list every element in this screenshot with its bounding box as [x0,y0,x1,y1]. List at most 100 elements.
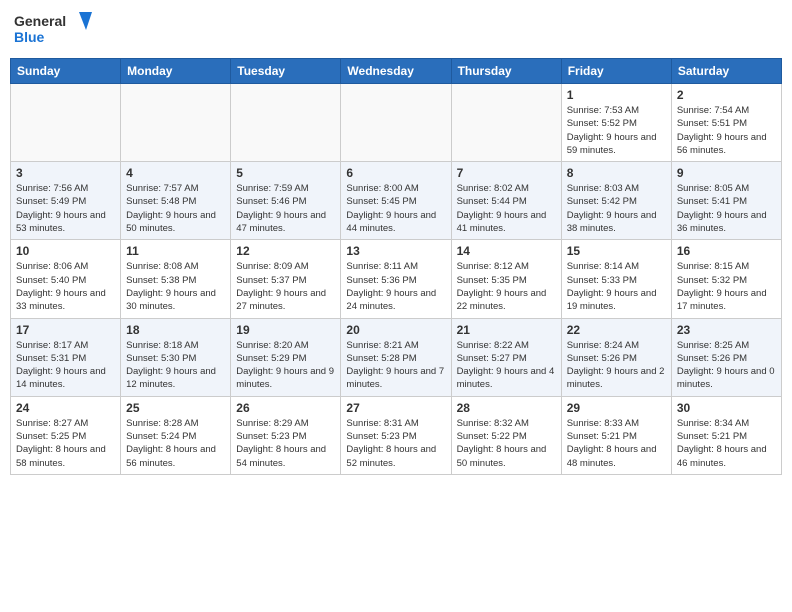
calendar-cell: 24Sunrise: 8:27 AM Sunset: 5:25 PM Dayli… [11,396,121,474]
weekday-header-thursday: Thursday [451,59,561,84]
calendar-cell: 10 Sunrise: 8:06 AM Sunset: 5:40 PM Dayli… [11,240,121,318]
day-info: Sunrise: 7:54 AM Sunset: 5:51 PM Dayligh… [677,104,776,157]
calendar-week-1: 3 Sunrise: 7:56 AM Sunset: 5:49 PM Daylig… [11,162,782,240]
day-info: Sunrise: 8:24 AM Sunset: 5:26 PM Dayligh… [567,339,666,392]
calendar-week-2: 10 Sunrise: 8:06 AM Sunset: 5:40 PM Dayli… [11,240,782,318]
day-number: 9 [677,166,776,180]
day-number: 15 [567,244,666,258]
page-header: GeneralBlue [10,10,782,50]
day-info: Sunrise: 8:03 AM Sunset: 5:42 PM Dayligh… [567,182,666,235]
calendar-cell: 6 Sunrise: 8:00 AM Sunset: 5:45 PM Daylig… [341,162,451,240]
logo: GeneralBlue [14,10,94,50]
day-number: 22 [567,323,666,337]
day-info: Sunrise: 8:09 AM Sunset: 5:37 PM Dayligh… [236,260,335,313]
calendar-cell: 25 Sunrise: 8:28 AM Sunset: 5:24 PM Dayli… [121,396,231,474]
day-number: 7 [457,166,556,180]
calendar-week-0: 1Sunrise: 7:53 AM Sunset: 5:52 PM Daylig… [11,84,782,162]
day-number: 13 [346,244,445,258]
calendar-cell: 22 Sunrise: 8:24 AM Sunset: 5:26 PM Dayli… [561,318,671,396]
day-info: Sunrise: 8:15 AM Sunset: 5:32 PM Dayligh… [677,260,776,313]
day-info: Sunrise: 8:25 AM Sunset: 5:26 PM Dayligh… [677,339,776,392]
calendar-cell: 5Sunrise: 7:59 AM Sunset: 5:46 PM Daylig… [231,162,341,240]
weekday-header-sunday: Sunday [11,59,121,84]
day-number: 2 [677,88,776,102]
calendar-cell: 18 Sunrise: 8:18 AM Sunset: 5:30 PM Dayli… [121,318,231,396]
day-number: 30 [677,401,776,415]
calendar-cell: 20 Sunrise: 8:21 AM Sunset: 5:28 PM Dayli… [341,318,451,396]
day-number: 5 [236,166,335,180]
day-info: Sunrise: 8:31 AM Sunset: 5:23 PM Dayligh… [346,417,445,470]
weekday-header-monday: Monday [121,59,231,84]
day-number: 8 [567,166,666,180]
day-info: Sunrise: 8:29 AM Sunset: 5:23 PM Dayligh… [236,417,335,470]
calendar-cell: 30 Sunrise: 8:34 AM Sunset: 5:21 PM Dayli… [671,396,781,474]
weekday-header-tuesday: Tuesday [231,59,341,84]
day-number: 29 [567,401,666,415]
day-number: 6 [346,166,445,180]
day-info: Sunrise: 8:05 AM Sunset: 5:41 PM Dayligh… [677,182,776,235]
day-number: 21 [457,323,556,337]
calendar-cell: 29 Sunrise: 8:33 AM Sunset: 5:21 PM Dayli… [561,396,671,474]
day-info: Sunrise: 8:11 AM Sunset: 5:36 PM Dayligh… [346,260,445,313]
day-number: 12 [236,244,335,258]
day-info: Sunrise: 8:22 AM Sunset: 5:27 PM Dayligh… [457,339,556,392]
calendar-week-4: 24Sunrise: 8:27 AM Sunset: 5:25 PM Dayli… [11,396,782,474]
logo-icon: GeneralBlue [14,10,94,50]
calendar-cell: 15 Sunrise: 8:14 AM Sunset: 5:33 PM Dayli… [561,240,671,318]
calendar-cell: 17 Sunrise: 8:17 AM Sunset: 5:31 PM Dayli… [11,318,121,396]
day-info: Sunrise: 8:12 AM Sunset: 5:35 PM Dayligh… [457,260,556,313]
day-info: Sunrise: 8:06 AM Sunset: 5:40 PM Dayligh… [16,260,115,313]
calendar-cell: 7 Sunrise: 8:02 AM Sunset: 5:44 PM Daylig… [451,162,561,240]
calendar-cell [451,84,561,162]
calendar-table: SundayMondayTuesdayWednesdayThursdayFrid… [10,58,782,475]
calendar-cell: 13 Sunrise: 8:11 AM Sunset: 5:36 PM Dayli… [341,240,451,318]
day-info: Sunrise: 8:08 AM Sunset: 5:38 PM Dayligh… [126,260,225,313]
day-number: 4 [126,166,225,180]
day-number: 17 [16,323,115,337]
day-number: 10 [16,244,115,258]
day-info: Sunrise: 8:28 AM Sunset: 5:24 PM Dayligh… [126,417,225,470]
calendar-cell: 19 Sunrise: 8:20 AM Sunset: 5:29 PM Dayli… [231,318,341,396]
day-info: Sunrise: 8:17 AM Sunset: 5:31 PM Dayligh… [16,339,115,392]
day-info: Sunrise: 8:18 AM Sunset: 5:30 PM Dayligh… [126,339,225,392]
calendar-week-3: 17 Sunrise: 8:17 AM Sunset: 5:31 PM Dayli… [11,318,782,396]
day-number: 16 [677,244,776,258]
day-info: Sunrise: 8:20 AM Sunset: 5:29 PM Dayligh… [236,339,335,392]
calendar-cell: 1Sunrise: 7:53 AM Sunset: 5:52 PM Daylig… [561,84,671,162]
day-number: 19 [236,323,335,337]
calendar-cell: 11 Sunrise: 8:08 AM Sunset: 5:38 PM Dayli… [121,240,231,318]
day-info: Sunrise: 8:33 AM Sunset: 5:21 PM Dayligh… [567,417,666,470]
calendar-cell: 21 Sunrise: 8:22 AM Sunset: 5:27 PM Dayli… [451,318,561,396]
weekday-header-friday: Friday [561,59,671,84]
calendar-cell: 4Sunrise: 7:57 AM Sunset: 5:48 PM Daylig… [121,162,231,240]
day-info: Sunrise: 8:27 AM Sunset: 5:25 PM Dayligh… [16,417,115,470]
day-number: 1 [567,88,666,102]
calendar-cell: 28 Sunrise: 8:32 AM Sunset: 5:22 PM Dayli… [451,396,561,474]
day-number: 25 [126,401,225,415]
day-info: Sunrise: 8:34 AM Sunset: 5:21 PM Dayligh… [677,417,776,470]
day-info: Sunrise: 8:14 AM Sunset: 5:33 PM Dayligh… [567,260,666,313]
day-info: Sunrise: 8:21 AM Sunset: 5:28 PM Dayligh… [346,339,445,392]
day-info: Sunrise: 8:32 AM Sunset: 5:22 PM Dayligh… [457,417,556,470]
calendar-cell: 2 Sunrise: 7:54 AM Sunset: 5:51 PM Daylig… [671,84,781,162]
day-number: 18 [126,323,225,337]
weekday-header-wednesday: Wednesday [341,59,451,84]
day-number: 11 [126,244,225,258]
day-number: 3 [16,166,115,180]
calendar-cell: 14Sunrise: 8:12 AM Sunset: 5:35 PM Dayli… [451,240,561,318]
calendar-header-row: SundayMondayTuesdayWednesdayThursdayFrid… [11,59,782,84]
day-number: 20 [346,323,445,337]
calendar-cell [11,84,121,162]
calendar-cell [341,84,451,162]
calendar-cell: 3 Sunrise: 7:56 AM Sunset: 5:49 PM Daylig… [11,162,121,240]
calendar-cell: 9 Sunrise: 8:05 AM Sunset: 5:41 PM Daylig… [671,162,781,240]
day-number: 23 [677,323,776,337]
day-info: Sunrise: 8:02 AM Sunset: 5:44 PM Dayligh… [457,182,556,235]
calendar-cell: 26 Sunrise: 8:29 AM Sunset: 5:23 PM Dayli… [231,396,341,474]
calendar-cell: 27Sunrise: 8:31 AM Sunset: 5:23 PM Dayli… [341,396,451,474]
day-info: Sunrise: 7:56 AM Sunset: 5:49 PM Dayligh… [16,182,115,235]
day-number: 26 [236,401,335,415]
day-number: 28 [457,401,556,415]
calendar-cell: 8 Sunrise: 8:03 AM Sunset: 5:42 PM Daylig… [561,162,671,240]
day-info: Sunrise: 8:00 AM Sunset: 5:45 PM Dayligh… [346,182,445,235]
